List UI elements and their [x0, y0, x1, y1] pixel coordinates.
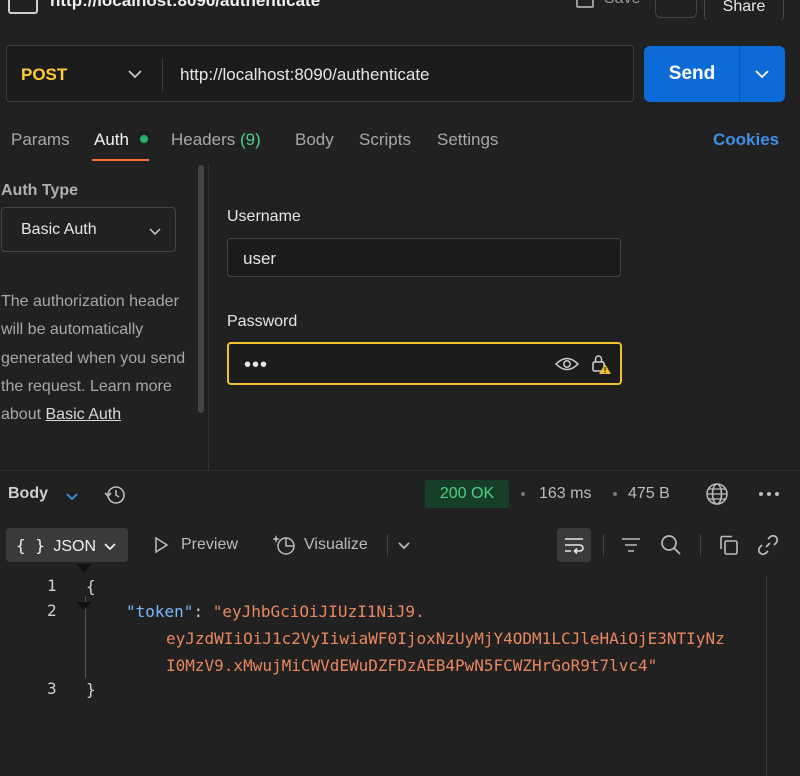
preview-button[interactable]: Preview — [181, 536, 238, 554]
tab-params[interactable]: Params — [11, 130, 70, 150]
username-value: user — [243, 249, 277, 268]
scrollbar[interactable] — [198, 165, 204, 413]
json-value-wrap: eyJzdWIiOiJ1c2VyIiwiaWF0IjoxNzUyMjY4ODM1… — [166, 629, 725, 648]
http-request-icon — [8, 0, 38, 14]
tab-auth[interactable]: Auth — [94, 130, 129, 150]
json-colon: : — [193, 602, 213, 621]
save-button[interactable]: Save — [576, 0, 640, 8]
chevron-down-icon[interactable] — [396, 537, 412, 553]
globe-icon[interactable] — [705, 482, 729, 506]
url-input[interactable]: http://localhost:8090/authenticate — [180, 65, 430, 85]
format-value: JSON — [53, 538, 97, 555]
tab-settings[interactable]: Settings — [437, 130, 498, 150]
search-icon[interactable] — [660, 534, 682, 556]
wrap-icon — [565, 538, 584, 555]
save-options-button[interactable] — [655, 0, 697, 18]
auth-type-value: Basic Auth — [21, 221, 97, 238]
cookies-link[interactable]: Cookies — [713, 130, 779, 150]
more-options-icon[interactable] — [758, 490, 780, 498]
line-number: 3 — [47, 679, 57, 698]
json-open-brace: { — [86, 577, 96, 596]
method-select[interactable]: POST — [21, 65, 67, 85]
json-value-wrap: I0MzV9.xMwujMiCWVdEWuDZFDzAEB4PwN5FCWZHr… — [166, 656, 658, 675]
visualize-icon — [273, 535, 295, 555]
auth-type-select[interactable]: Basic Auth — [1, 207, 176, 252]
url-bar: POST http://localhost:8090/authenticate — [6, 45, 634, 102]
separator-dot — [521, 492, 525, 496]
json-close-brace: } — [86, 680, 96, 699]
braces-icon: { } — [16, 536, 45, 555]
toolbar-divider — [603, 534, 604, 556]
chevron-down-icon[interactable] — [64, 488, 80, 504]
copy-icon[interactable] — [718, 534, 740, 556]
save-icon — [576, 0, 594, 8]
visualize-button[interactable]: Visualize — [304, 536, 368, 554]
wrap-lines-button[interactable] — [557, 528, 591, 562]
auth-type-label: Auth Type — [1, 182, 79, 199]
chevron-down-icon[interactable] — [125, 64, 145, 84]
basic-auth-link[interactable]: Basic Auth — [46, 406, 122, 423]
top-bar: http://localhost:8090/authenticate Save … — [0, 0, 800, 20]
response-size[interactable]: 475 B — [628, 485, 670, 503]
response-time[interactable]: 163 ms — [539, 485, 591, 503]
auth-description-text: The authorization header will be automat… — [1, 293, 186, 424]
send-button-group: Send — [644, 46, 785, 102]
active-tab-indicator — [92, 159, 149, 161]
filter-icon[interactable] — [620, 535, 642, 555]
json-line-token: "token": "eyJhbGciOiJIUzI1NiJ9. — [126, 598, 425, 625]
json-key: "token" — [126, 602, 194, 621]
username-label: Username — [227, 208, 301, 225]
eye-icon[interactable] — [555, 355, 579, 373]
username-field[interactable]: user — [227, 238, 621, 277]
password-value: ••• — [244, 354, 269, 376]
request-title[interactable]: http://localhost:8090/authenticate — [50, 0, 320, 11]
code-panel-edge — [766, 576, 767, 776]
toolbar-divider — [387, 534, 388, 556]
response-body-tab[interactable]: Body — [8, 485, 48, 503]
chevron-down-icon — [104, 543, 116, 551]
tab-scripts[interactable]: Scripts — [359, 130, 411, 150]
link-icon[interactable] — [757, 534, 779, 556]
tab-body[interactable]: Body — [295, 130, 334, 150]
tab-headers-count: (9) — [240, 130, 261, 149]
share-button[interactable]: Share — [704, 0, 784, 20]
line-number: 2 — [47, 601, 57, 620]
password-label: Password — [227, 313, 298, 330]
auth-active-dot — [140, 135, 148, 143]
save-label: Save — [604, 0, 640, 8]
format-label: { } JSON — [16, 536, 96, 556]
password-field[interactable]: ••• — [227, 342, 622, 385]
format-select[interactable]: { } JSON — [6, 528, 128, 562]
fold-marker-icon[interactable] — [74, 560, 94, 574]
send-button[interactable]: Send — [644, 46, 740, 102]
send-divider — [739, 46, 740, 102]
fold-marker-icon[interactable] — [74, 598, 94, 612]
play-icon — [155, 536, 169, 554]
url-divider — [162, 58, 163, 91]
json-value: "eyJhbGciOiJIUzI1NiJ9. — [212, 602, 425, 621]
chevron-down-icon — [149, 228, 161, 236]
tab-headers-label: Headers — [171, 130, 236, 149]
column-divider — [208, 165, 209, 470]
send-options-chevron-icon[interactable] — [752, 64, 772, 84]
separator-dot — [613, 492, 617, 496]
lock-warning-icon[interactable] — [590, 353, 612, 375]
history-icon[interactable] — [103, 483, 127, 507]
line-number: 1 — [47, 576, 57, 595]
tab-headers[interactable]: Headers (9) — [171, 130, 261, 150]
auth-description: The authorization header will be automat… — [1, 288, 186, 470]
status-badge[interactable]: 200 OK — [425, 480, 509, 508]
toolbar-divider — [700, 534, 701, 556]
